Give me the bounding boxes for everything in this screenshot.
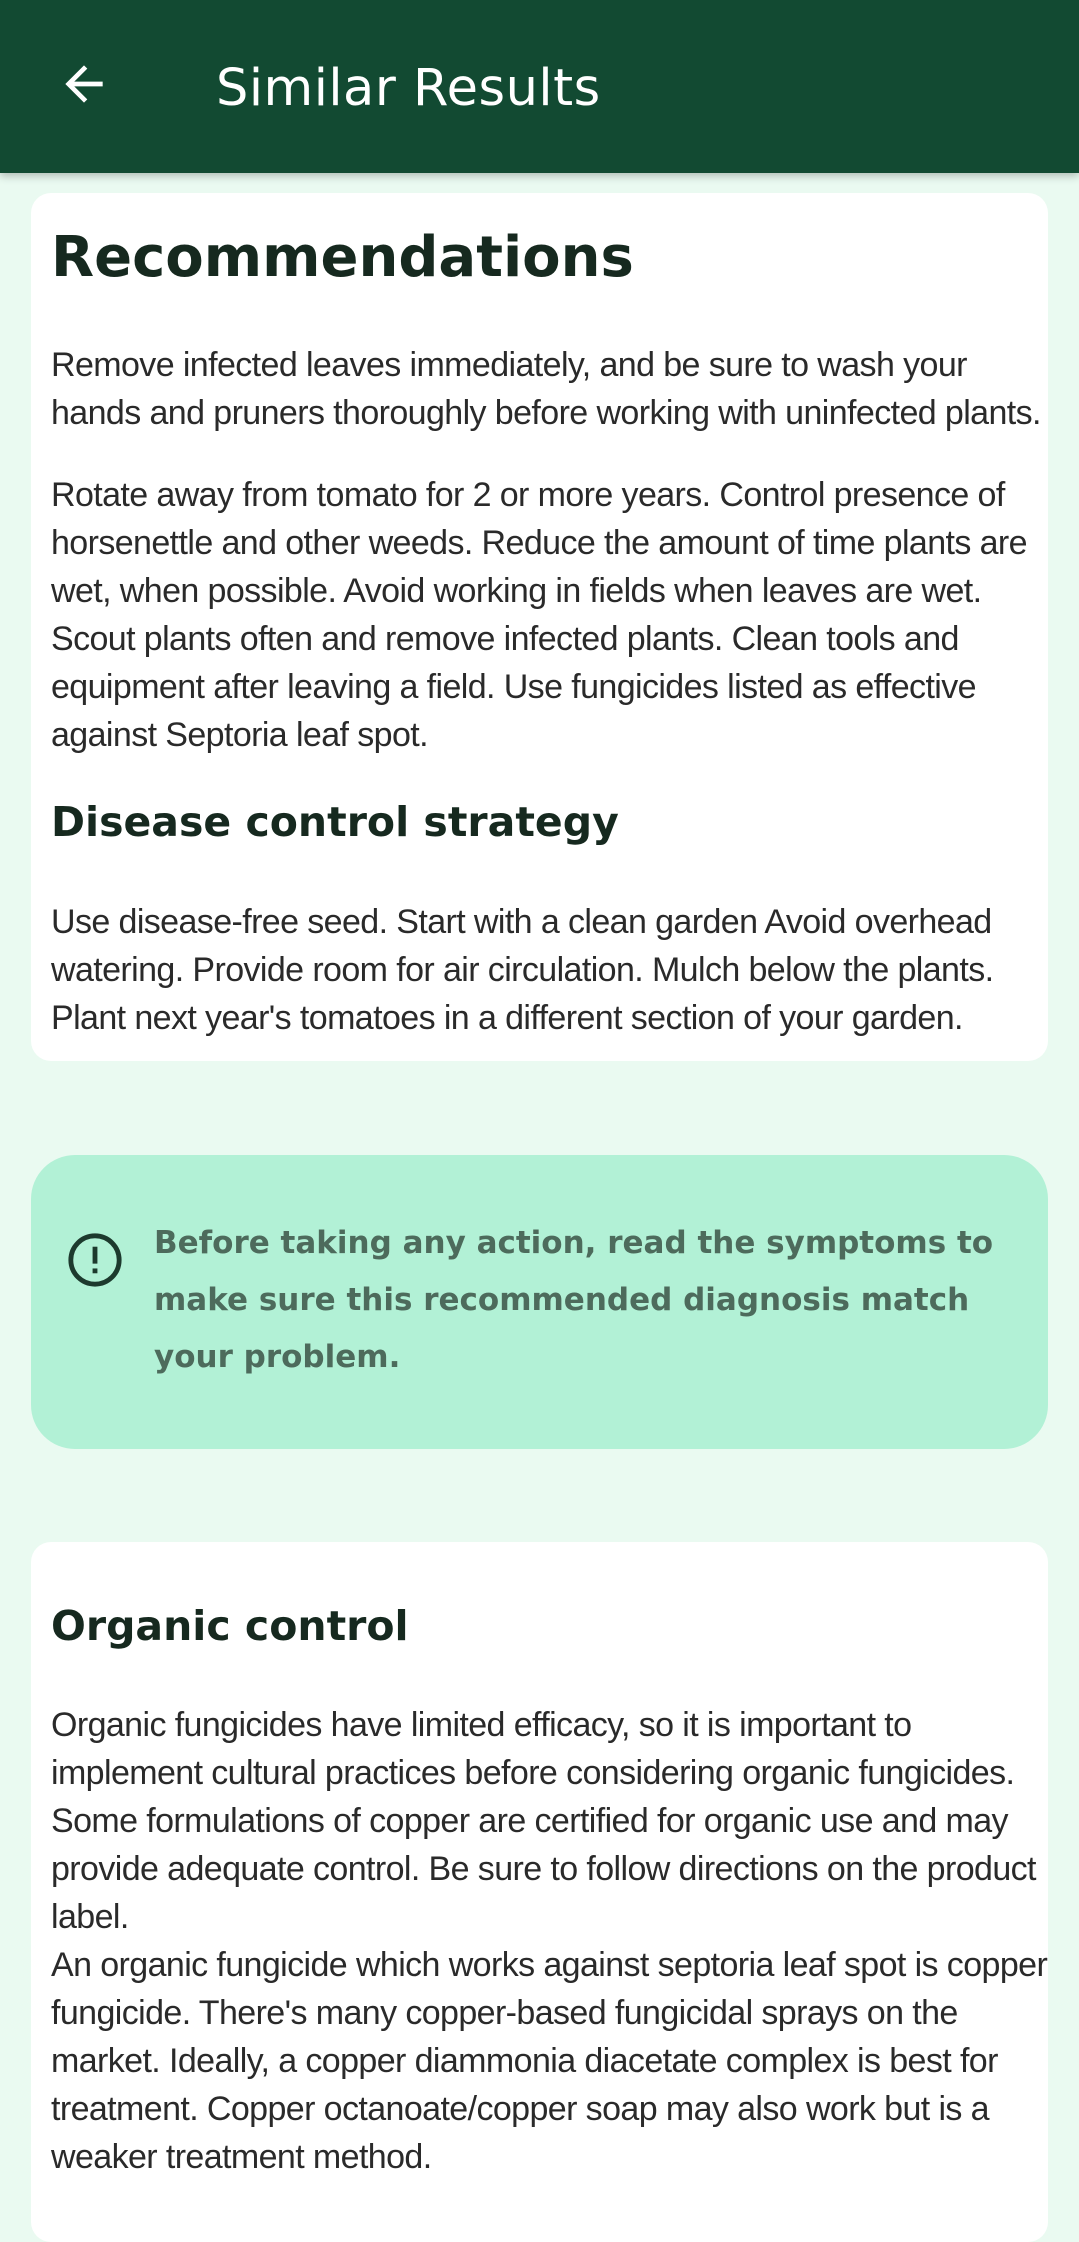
disease-control-strategy-heading: Disease control strategy	[51, 798, 619, 846]
page-title: Similar Results	[216, 59, 601, 118]
recommendations-heading: Recommendations	[51, 225, 634, 290]
organic-control-paragraph-1: Organic fungicides have limited efficacy…	[51, 1706, 1037, 1936]
recommendations-paragraph-2: Rotate away from tomato for 2 or more ye…	[51, 476, 1028, 754]
recommendations-card: Recommendations Remove infected leaves i…	[31, 193, 1048, 1061]
diagnosis-warning-text: Before taking any action, read the sympt…	[154, 1225, 994, 1375]
organic-control-paragraph-2: An organic fungicide which works against…	[51, 1946, 1048, 2176]
organic-control-heading: Organic control	[51, 1602, 409, 1650]
arrow-left-icon	[65, 65, 103, 103]
app-bar: Similar Results	[0, 0, 1079, 173]
recommendations-paragraph-1: Remove infected leaves immediately, and …	[51, 346, 1042, 432]
back-button[interactable]	[44, 44, 124, 124]
exclamation-circle-icon	[68, 1233, 122, 1287]
diagnosis-warning-banner: Before taking any action, read the sympt…	[31, 1155, 1048, 1449]
disease-control-strategy-text: Use disease-free seed. Start with a clea…	[51, 903, 994, 1037]
organic-control-card: Organic control Organic fungicides have …	[31, 1542, 1048, 2242]
